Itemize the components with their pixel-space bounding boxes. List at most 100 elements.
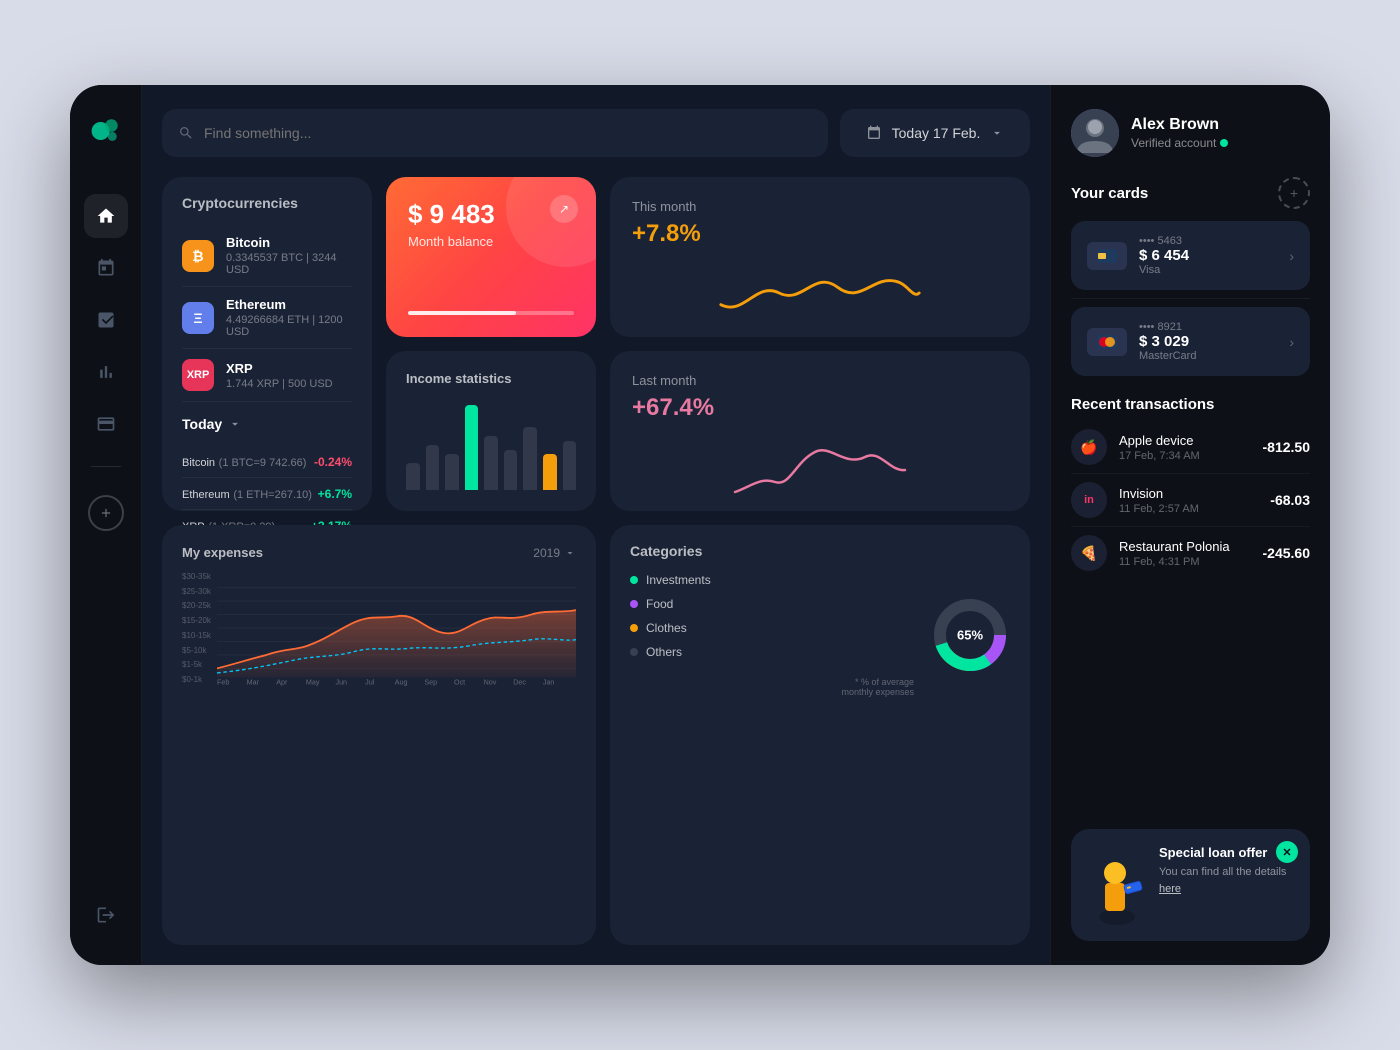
- tx-restaurant-info: Restaurant Polonia 11 Feb, 4:31 PM: [1119, 539, 1251, 568]
- cat-others: Others: [630, 645, 914, 659]
- balance-amount: $ 9 483: [408, 199, 574, 230]
- others-dot: [630, 648, 638, 656]
- bar-9: [563, 441, 577, 491]
- loan-close-button[interactable]: ✕: [1276, 841, 1298, 863]
- svg-text:Oct: Oct: [454, 679, 465, 687]
- sidebar-divider: [91, 466, 121, 467]
- clothes-dot: [630, 624, 638, 632]
- sidebar-add-button[interactable]: [88, 495, 124, 531]
- search-icon: [178, 125, 194, 141]
- date-selector[interactable]: Today 17 Feb.: [840, 109, 1030, 157]
- income-title: Income statistics: [406, 371, 576, 386]
- transactions-list: 🍎 Apple device 17 Feb, 7:34 AM -812.50 i…: [1071, 421, 1310, 579]
- svg-text:Mar: Mar: [247, 679, 260, 687]
- date-label: Today 17 Feb.: [892, 125, 981, 141]
- sidebar-item-rates[interactable]: [84, 298, 128, 342]
- search-box[interactable]: [162, 109, 828, 157]
- crypto-item-xrp[interactable]: XRP XRP 1.744 XRP | 500 USD: [182, 349, 352, 402]
- crypto-title: Cryptocurrencies: [182, 195, 352, 211]
- income-stats-card: Income statistics: [386, 351, 596, 511]
- verified-label: Verified account: [1131, 136, 1216, 150]
- expenses-title: My expenses: [182, 545, 263, 560]
- tx-apple-name: Apple device: [1119, 433, 1251, 448]
- cat-investments: Investments: [630, 573, 914, 587]
- tx-restaurant-icon: 🍕: [1071, 535, 1107, 571]
- btc-icon: ₿: [182, 240, 214, 272]
- crypto-item-btc[interactable]: ₿ Bitcoin 0.3345537 BTC | 3244 USD: [182, 225, 352, 287]
- tx-invision[interactable]: in Invision 11 Feb, 2:57 AM -68.03: [1071, 474, 1310, 527]
- avatar: [1071, 109, 1119, 157]
- tx-restaurant[interactable]: 🍕 Restaurant Polonia 11 Feb, 4:31 PM -24…: [1071, 527, 1310, 579]
- cards-title: Your cards: [1071, 185, 1148, 202]
- loan-figure: [1087, 845, 1147, 925]
- profile-name: Alex Brown: [1131, 116, 1228, 134]
- eth-sub: 4.49266684 ETH | 1200 USD: [226, 314, 352, 338]
- last-month-chart: [632, 432, 1008, 502]
- categories-note: * % of averagemonthly expenses: [630, 677, 914, 697]
- balance-arrow-icon: ↗: [550, 195, 578, 223]
- crypto-info-btc: Bitcoin 0.3345537 BTC | 3244 USD: [226, 235, 352, 276]
- sidebar-item-calendar[interactable]: [84, 246, 128, 290]
- cat-food: Food: [630, 597, 914, 611]
- right-panel: Alex Brown Verified account Your cards +: [1050, 85, 1330, 965]
- investments-dot: [630, 576, 638, 584]
- sidebar-item-home[interactable]: [84, 194, 128, 238]
- bar-4: [465, 405, 479, 491]
- card-chip-mc: [1087, 328, 1127, 356]
- search-input[interactable]: [204, 125, 812, 141]
- tx-apple-amount: -812.50: [1263, 439, 1310, 455]
- svg-text:Apr: Apr: [276, 679, 288, 687]
- income-bar-chart: [406, 400, 576, 490]
- bar-3: [445, 454, 459, 490]
- loan-title: Special loan offer: [1159, 845, 1294, 860]
- expenses-svg-area: Feb Mar Apr May Jun Jul Aug Sep Oct Nov …: [217, 572, 576, 702]
- bar-7: [523, 427, 537, 490]
- calendar-icon: [866, 125, 882, 141]
- bar-5: [484, 436, 498, 490]
- today-item-btc[interactable]: Bitcoin (1 BTC=9 742.66) -0.24%: [182, 446, 352, 478]
- card-last4-mc: •••• 8921: [1139, 321, 1277, 333]
- svg-text:Feb: Feb: [217, 679, 229, 687]
- add-card-button[interactable]: +: [1278, 177, 1310, 209]
- card-visa[interactable]: •••• 5463 $ 6 454 Visa ›: [1071, 221, 1310, 290]
- crypto-item-eth[interactable]: Ξ Ethereum 4.49266684 ETH | 1200 USD: [182, 287, 352, 349]
- last-month-card: Last month +67.4%: [610, 351, 1030, 511]
- y-axis: $30-35k $25-30k $20-25k $15-20k $10-15k …: [182, 572, 217, 702]
- clothes-label: Clothes: [646, 621, 687, 635]
- svg-text:Nov: Nov: [484, 679, 497, 687]
- tx-apple[interactable]: 🍎 Apple device 17 Feb, 7:34 AM -812.50: [1071, 421, 1310, 474]
- profile-info: Alex Brown Verified account: [1131, 116, 1228, 150]
- logo: [88, 113, 124, 154]
- main-content: Today 17 Feb. ↗ $ 9 483 Month balance Th…: [142, 85, 1050, 965]
- balance-card[interactable]: ↗ $ 9 483 Month balance: [386, 177, 596, 337]
- logout-button[interactable]: [84, 893, 128, 937]
- loan-offer-card: ✕ Special loan offer You c: [1071, 829, 1310, 941]
- today-section: Today Bitcoin (1 BTC=9 742.66) -0.24% Et…: [182, 416, 352, 541]
- chevron-down-icon: [228, 417, 242, 431]
- tx-restaurant-amount: -245.60: [1263, 545, 1310, 561]
- verified-dot: [1220, 139, 1228, 147]
- xrp-sub: 1.744 XRP | 500 USD: [226, 378, 352, 390]
- categories-list: Investments Food Clothes Others: [630, 573, 914, 697]
- loan-description: You can find all the details here: [1159, 864, 1294, 897]
- svg-text:May: May: [306, 679, 320, 687]
- tx-invision-date: 11 Feb, 2:57 AM: [1119, 503, 1258, 515]
- sidebar-item-cards[interactable]: [84, 402, 128, 446]
- this-month-title: This month: [632, 199, 1008, 214]
- btc-change: -0.24%: [314, 455, 352, 469]
- tx-apple-icon: 🍎: [1071, 429, 1107, 465]
- card-mastercard[interactable]: •••• 8921 $ 3 029 MasterCard ›: [1071, 307, 1310, 376]
- svg-text:Jan: Jan: [543, 679, 555, 687]
- btc-name: Bitcoin: [226, 235, 352, 250]
- this-month-value: +7.8%: [632, 220, 1008, 248]
- crypto-card: Cryptocurrencies ₿ Bitcoin 0.3345537 BTC…: [162, 177, 372, 511]
- loan-link[interactable]: here: [1159, 883, 1181, 895]
- today-header: Today: [182, 416, 352, 432]
- bar-2: [426, 445, 440, 490]
- sidebar: [70, 85, 142, 965]
- sidebar-item-analytics[interactable]: [84, 350, 128, 394]
- sidebar-nav: [84, 194, 128, 893]
- today-item-eth[interactable]: Ethereum (1 ETH=267.10) +6.7%: [182, 478, 352, 510]
- card-divider: [1071, 298, 1310, 299]
- eth-change: +6.7%: [318, 487, 352, 501]
